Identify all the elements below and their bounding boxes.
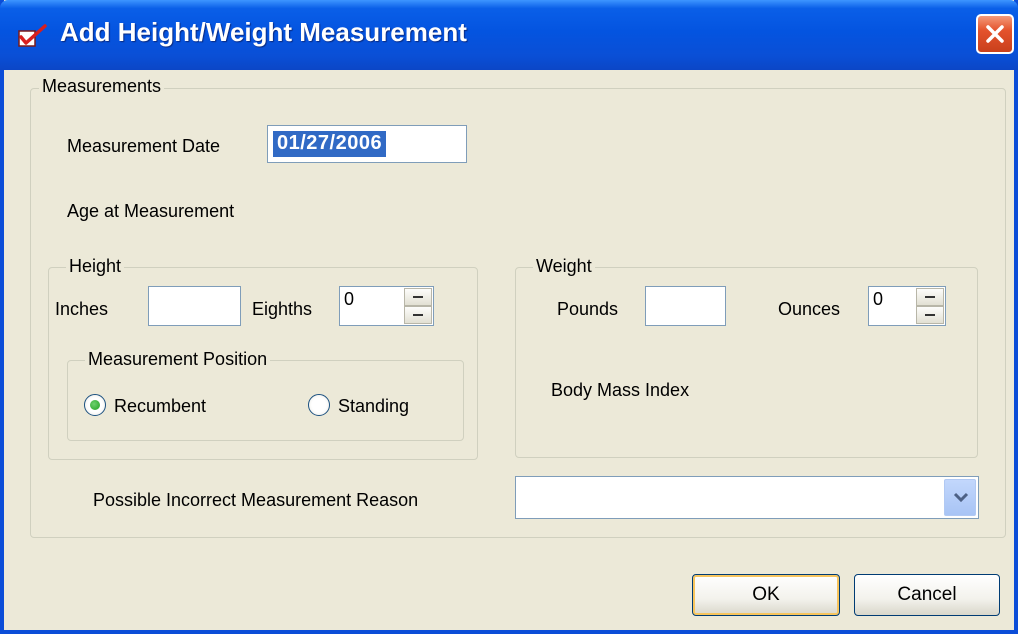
eighths-value: 0 [344,289,355,309]
measurement-date-input[interactable]: 01/27/2006 [267,125,467,163]
dialog-window: Add Height/Weight Measurement Measuremen… [0,0,1018,634]
recumbent-radio[interactable] [84,394,106,416]
dropdown-button[interactable] [944,479,976,516]
close-icon [986,25,1004,43]
ounces-spinner[interactable]: 0 [868,286,946,326]
standing-label[interactable]: Standing [338,396,409,417]
ok-button[interactable]: OK [692,574,840,616]
recumbent-label[interactable]: Recumbent [114,396,206,417]
pounds-input[interactable] [645,286,726,326]
eighths-up-button[interactable] [404,288,432,306]
inches-input[interactable] [148,286,241,326]
eighths-label: Eighths [252,299,313,319]
pounds-label: Pounds [557,299,619,319]
ounces-label: Ounces [778,299,841,319]
ounces-up-button[interactable] [916,288,944,306]
body-mass-index-label: Body Mass Index [551,380,690,400]
checkmark-app-icon [18,24,48,48]
age-at-measurement-label: Age at Measurement [67,201,235,221]
radio-selected-dot [90,400,100,410]
incorrect-reason-select[interactable] [515,476,979,519]
ounces-down-button[interactable] [916,306,944,324]
chevron-down-icon [953,492,969,503]
inches-label: Inches [55,299,109,319]
measurements-group-title: Measurements [39,76,165,97]
measurement-date-value: 01/27/2006 [273,131,387,157]
title-bar[interactable]: Add Height/Weight Measurement [0,0,1018,70]
height-group-title: Height [66,256,125,277]
weight-group-title: Weight [533,256,595,277]
ounces-value: 0 [873,289,884,309]
eighths-down-button[interactable] [404,306,432,324]
measurement-position-title: Measurement Position [85,349,271,370]
window-title: Add Height/Weight Measurement [60,17,467,47]
standing-radio[interactable] [308,394,330,416]
measurement-date-label: Measurement Date [67,136,221,156]
eighths-spinner[interactable]: 0 [339,286,434,326]
close-button[interactable] [976,14,1014,54]
cancel-button[interactable]: Cancel [854,574,1000,616]
incorrect-reason-label: Possible Incorrect Measurement Reason [93,490,419,510]
